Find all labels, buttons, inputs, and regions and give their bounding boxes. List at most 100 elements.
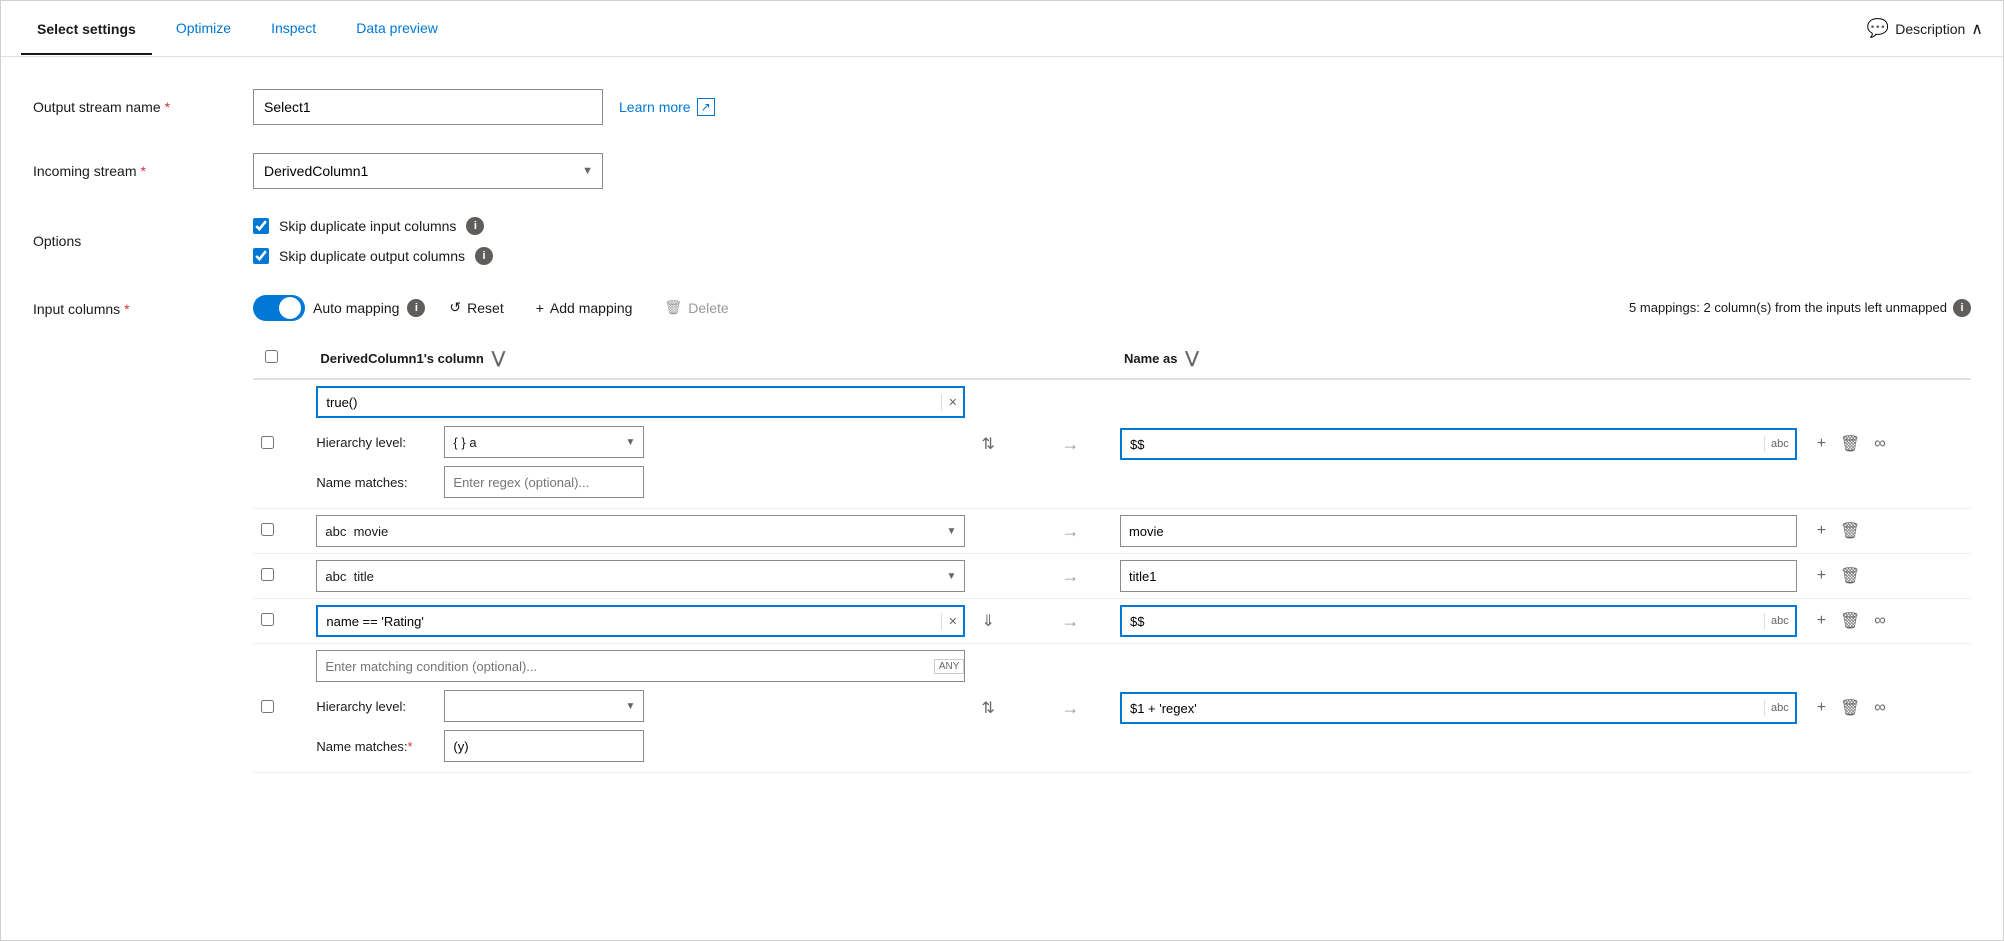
row4-expand-icon[interactable]: ⇓ xyxy=(981,613,994,630)
row1-name-as-input[interactable] xyxy=(1122,432,1764,457)
row2-check xyxy=(253,509,308,554)
incoming-stream-label: Incoming stream* xyxy=(33,163,253,179)
delete-icon: 🗑 xyxy=(664,299,682,316)
input-columns-row: Input columns* Auto mapping i ↺ xyxy=(33,293,1971,773)
description-button[interactable]: 💬 Description ∧ xyxy=(1867,18,1983,39)
row4-action-buttons: + 🗑 ∞ xyxy=(1813,607,1963,635)
auto-mapping-toggle[interactable] xyxy=(253,295,305,321)
output-stream-input[interactable] xyxy=(253,89,603,125)
reset-button[interactable]: ↺ Reset xyxy=(441,293,511,322)
row2-checkbox[interactable] xyxy=(261,523,274,536)
row1-name-matches-input[interactable] xyxy=(444,466,644,498)
row5-delete-button[interactable]: 🗑 xyxy=(1836,694,1864,722)
skip-duplicate-output-checkbox[interactable] xyxy=(253,248,269,264)
input-columns-required: * xyxy=(124,301,129,317)
row2-arrow: → xyxy=(1029,509,1112,554)
row3-name-as-input[interactable] xyxy=(1120,560,1797,592)
row5-arrow: → xyxy=(1029,644,1112,773)
output-stream-required: * xyxy=(165,99,170,115)
reset-icon: ↺ xyxy=(449,299,461,316)
row5-link-button[interactable]: ∞ xyxy=(1870,695,1889,721)
source-filter-icon[interactable]: ⋁ xyxy=(492,348,505,368)
row2-delete-button[interactable]: 🗑 xyxy=(1836,517,1864,545)
row5-name-matches-input[interactable] xyxy=(444,730,644,762)
row1-action-buttons: + 🗑 ∞ xyxy=(1813,430,1963,458)
row5-checkbox[interactable] xyxy=(261,700,274,713)
row5-expand-icon[interactable]: ⇅ xyxy=(981,700,994,717)
row2-actions: + 🗑 xyxy=(1805,509,1971,554)
row3-expand xyxy=(973,554,1028,599)
row5-add-button[interactable]: + xyxy=(1813,695,1830,721)
tab-data-preview[interactable]: Data preview xyxy=(340,4,454,54)
row3-arrow: → xyxy=(1029,554,1112,599)
row5-source: ANY Hierarchy level: xyxy=(308,644,973,773)
mappings-info-icon[interactable]: i xyxy=(1953,299,1971,317)
name-as-filter-icon[interactable]: ⋁ xyxy=(1185,348,1198,368)
row4-link-button[interactable]: ∞ xyxy=(1870,608,1889,634)
row5-hierarchy-select[interactable] xyxy=(444,690,644,722)
add-mapping-button[interactable]: + Add mapping xyxy=(528,294,641,322)
row3-add-button[interactable]: + xyxy=(1813,563,1830,589)
row2-arrow-icon: → xyxy=(1061,521,1079,542)
row1-hierarchy-select[interactable]: { } a xyxy=(444,426,644,458)
row3-checkbox[interactable] xyxy=(261,568,274,581)
row1-checkbox[interactable] xyxy=(261,436,274,449)
skip-duplicate-input-checkbox[interactable] xyxy=(253,218,269,234)
tab-inspect[interactable]: Inspect xyxy=(255,4,332,54)
row2-condition-value: abc movie xyxy=(317,519,964,544)
row3-arrow-icon: → xyxy=(1061,566,1079,587)
row1-arrow: → xyxy=(1029,379,1112,509)
input-columns-content: Auto mapping i ↺ Reset + Add mapping 🗑 D… xyxy=(253,293,1971,773)
description-label: Description xyxy=(1895,21,1965,37)
incoming-stream-select-wrapper: DerivedColumn1 xyxy=(253,153,603,189)
row5-check xyxy=(253,644,308,773)
row5-name-matches-label: Name matches:* xyxy=(316,739,436,754)
auto-mapping-info-icon[interactable]: i xyxy=(407,299,425,317)
incoming-stream-select[interactable]: DerivedColumn1 xyxy=(253,153,603,189)
row5-action-buttons: + 🗑 ∞ xyxy=(1813,694,1963,722)
app-container: Select settings Optimize Inspect Data pr… xyxy=(0,0,2004,941)
row4-condition-input[interactable] xyxy=(318,609,941,634)
row4-delete-button[interactable]: 🗑 xyxy=(1836,607,1864,635)
row1-condition-input[interactable] xyxy=(318,390,941,415)
tab-optimize[interactable]: Optimize xyxy=(160,4,247,54)
row2-name-as-input[interactable] xyxy=(1120,515,1797,547)
row1-condition-tag: ✕ xyxy=(941,394,963,411)
header-actions xyxy=(1805,338,1971,379)
row4-condition-tag: ✕ xyxy=(941,613,963,630)
row1-name-matches-label: Name matches: xyxy=(316,475,436,490)
row2-add-button[interactable]: + xyxy=(1813,518,1830,544)
row4-checkbox[interactable] xyxy=(261,613,274,626)
row4-name-as-input[interactable] xyxy=(1122,609,1764,634)
learn-more-link[interactable]: Learn more ↗ xyxy=(619,98,715,116)
row1-add-button[interactable]: + xyxy=(1813,431,1830,457)
mappings-info: 5 mappings: 2 column(s) from the inputs … xyxy=(1629,299,1971,317)
row5-condition-input[interactable] xyxy=(317,654,929,679)
row1-expand-icon[interactable]: ⇅ xyxy=(981,436,994,453)
row2-condition-select[interactable]: abc movie xyxy=(316,515,965,547)
row5-condition-wrapper: ANY xyxy=(316,650,965,682)
header-expand xyxy=(973,338,1028,379)
select-all-checkbox[interactable] xyxy=(265,350,278,363)
row3-condition-select[interactable]: abc title xyxy=(316,560,965,592)
row1-delete-button[interactable]: 🗑 xyxy=(1836,430,1864,458)
row5-name-as-tag: abc xyxy=(1764,700,1795,716)
input-columns-label: Input columns* xyxy=(33,293,253,317)
skip-duplicate-input-info-icon[interactable]: i xyxy=(466,217,484,235)
skip-duplicate-input-row: Skip duplicate input columns i xyxy=(253,217,493,235)
row3-delete-button[interactable]: 🗑 xyxy=(1836,562,1864,590)
skip-duplicate-output-info-icon[interactable]: i xyxy=(475,247,493,265)
tab-select-settings[interactable]: Select settings xyxy=(21,3,152,55)
tab-bar: Select settings Optimize Inspect Data pr… xyxy=(1,1,2003,57)
row1-link-button[interactable]: ∞ xyxy=(1870,431,1889,457)
row4-arrow-icon: → xyxy=(1061,611,1079,632)
row5-arrow-icon: → xyxy=(1061,698,1079,719)
table-header: DerivedColumn1's column ⋁ Name as ⋁ xyxy=(253,338,1971,379)
row4-condition-wrapper: ✕ xyxy=(316,605,965,637)
row5-name-as-input[interactable] xyxy=(1122,696,1764,721)
output-stream-row: Output stream name* Learn more ↗ xyxy=(33,89,1971,125)
row5-name-as-wrapper: abc xyxy=(1120,692,1797,724)
delete-button[interactable]: 🗑 Delete xyxy=(656,293,736,322)
input-columns-toolbar: Auto mapping i ↺ Reset + Add mapping 🗑 D… xyxy=(253,293,1971,322)
row4-add-button[interactable]: + xyxy=(1813,608,1830,634)
